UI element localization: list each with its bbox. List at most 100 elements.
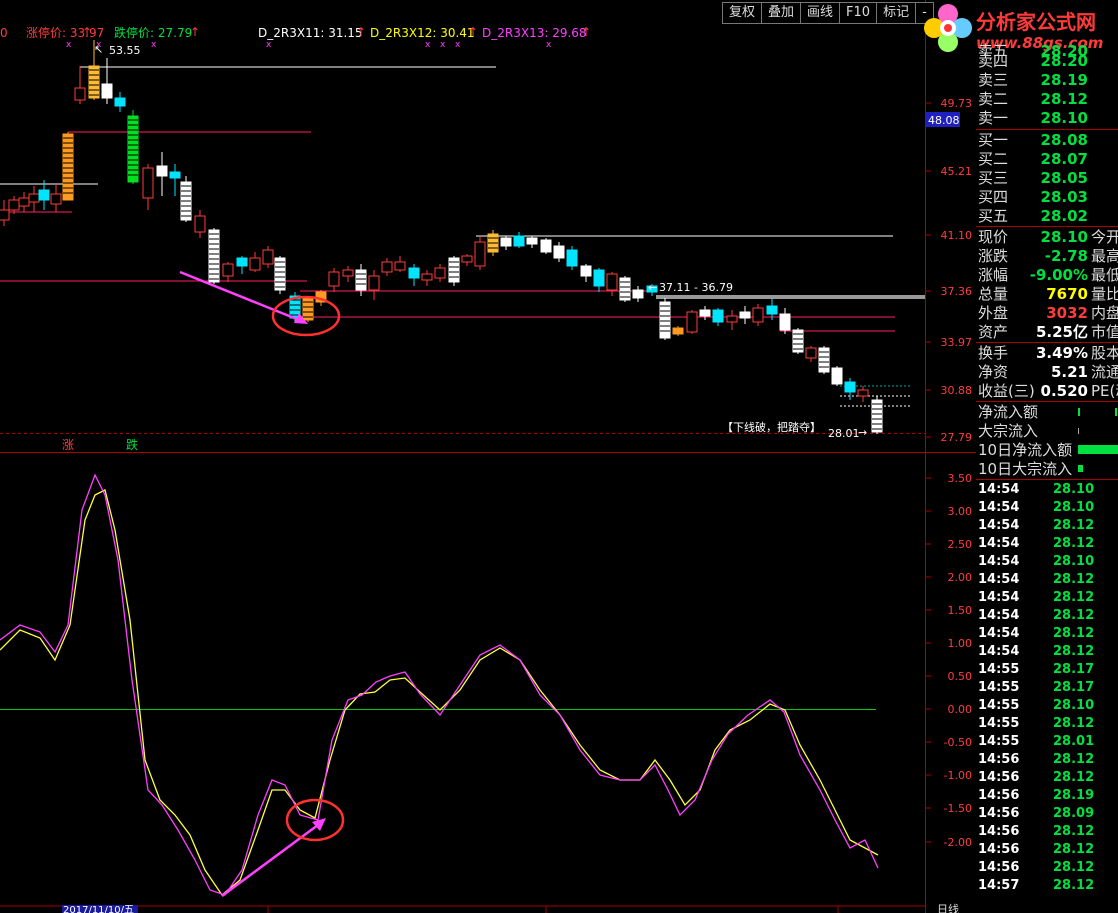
- candle-body: [632, 289, 644, 299]
- fuquan-button[interactable]: 复权: [722, 2, 762, 24]
- ind-tick: 2.50: [948, 538, 973, 551]
- price-tick: 27.79: [941, 431, 973, 444]
- price-tick: 30.88: [941, 384, 973, 397]
- candle-body: [739, 311, 751, 319]
- tick-row: 14:56 28.19: [978, 788, 1095, 803]
- candle-body: [142, 167, 154, 199]
- note-label: 【下线破，把踏夺】: [722, 420, 821, 434]
- stat-row: 资产 5.25亿 市值: [978, 323, 1118, 341]
- bid-row: 买一 28.08: [978, 131, 1088, 149]
- toolbar: 复权 叠加 画线 F10 标记 -: [722, 2, 934, 24]
- candle-body: [434, 267, 446, 279]
- candle-body: [114, 97, 126, 107]
- candle-body: [62, 133, 74, 201]
- indicator-1: D_2R3X11: 31.15: [258, 26, 363, 40]
- tick-row: 14:56 28.12: [978, 770, 1095, 785]
- tick-row: 14:56 28.12: [978, 824, 1095, 839]
- candle-body: [672, 327, 684, 335]
- tick-row: 14:54 28.12: [978, 626, 1095, 641]
- quote-panel: 卖五 28.20 卖四 28.20 卖三 28.19 卖二 28.12 卖一 2…: [976, 42, 1118, 913]
- price-axis-labels: 49.73 45.21 41.10 37.36 33.97 30.88 27.7…: [941, 97, 973, 444]
- stat-row: 换手 3.49% 股本: [978, 344, 1118, 362]
- svg-text:x: x: [66, 40, 72, 50]
- candle-body: [18, 197, 30, 207]
- price-tick: 37.36: [941, 285, 973, 298]
- draw-line-button[interactable]: 画线: [800, 2, 840, 24]
- f10-button[interactable]: F10: [839, 2, 877, 24]
- ask-row: 卖四 28.20: [978, 52, 1088, 70]
- svg-text:↑: ↑: [82, 25, 92, 39]
- bid-row: 买二 28.07: [978, 150, 1088, 168]
- tick-row: 14:54 28.12: [978, 518, 1095, 533]
- flow-row: 10日大宗流入: [976, 460, 1118, 478]
- candle-body: [857, 389, 869, 397]
- svg-text:x: x: [266, 40, 272, 50]
- current-price-tag: 48.08: [928, 114, 960, 127]
- flower-icon: [924, 4, 972, 52]
- candle-body: [461, 255, 473, 263]
- candle-body: [194, 215, 206, 233]
- candle-body: [871, 399, 883, 433]
- tick-row: 14:56 28.12: [978, 860, 1095, 875]
- price-tick: 33.97: [941, 336, 973, 349]
- indicator-3: D_2R3X13: 29.68: [482, 26, 587, 40]
- bid-row: 买五 28.02: [978, 207, 1088, 225]
- candle-body: [779, 313, 791, 331]
- low-label: 28.01: [828, 427, 860, 440]
- mark-button[interactable]: 标记: [876, 2, 916, 24]
- candle-body: [50, 193, 62, 205]
- ind-tick: -2.00: [944, 836, 972, 849]
- price-tick: 41.10: [941, 229, 973, 242]
- candle-body: [526, 237, 538, 245]
- ask-row: 卖二 28.12: [978, 90, 1088, 108]
- annotations: ↖ 53.55 ← 37.11 - 36.79 【下线破，把踏夺】 28.01 …: [62, 43, 867, 452]
- candle-body: [8, 199, 20, 211]
- tick-row: 14:56 28.09: [978, 806, 1095, 821]
- arrow-lower: [221, 820, 323, 898]
- candle-body: [355, 269, 367, 291]
- candle-body: [88, 65, 100, 99]
- tick-row: 14:54 28.12: [978, 608, 1095, 623]
- bid-row: 买三 28.05: [978, 169, 1088, 187]
- candle-body: [368, 275, 380, 291]
- ind-tick: 2.00: [948, 571, 973, 584]
- candle-body: [513, 235, 525, 247]
- ind-tick: 0.50: [948, 670, 973, 683]
- ind-tick: 1.00: [948, 637, 973, 650]
- ind-tick: -1.00: [944, 769, 972, 782]
- flow-row: 10日净流入额: [976, 441, 1118, 459]
- tick-row: 14:54 28.10: [978, 482, 1095, 497]
- svg-text:x: x: [151, 40, 157, 50]
- stat-row: 涨幅 -9.00% 最低: [978, 266, 1118, 284]
- indicator-line-magenta: [0, 473, 879, 896]
- tick-row: 14:55 28.10: [978, 698, 1095, 713]
- candlesticks: [0, 40, 883, 434]
- stat-row: 总量 7670 量比: [978, 285, 1118, 303]
- flow-row: 净流入额: [976, 403, 1118, 421]
- svg-text:x: x: [440, 40, 446, 50]
- price-tick: 45.21: [941, 165, 973, 178]
- tick-row: 14:55 28.17: [978, 680, 1095, 695]
- candle-body: [566, 249, 578, 267]
- bid-row: 买四 28.03: [978, 188, 1088, 206]
- candle-body: [474, 241, 486, 267]
- header-stub: 0: [0, 26, 8, 40]
- tick-row: 14:56 28.12: [978, 842, 1095, 857]
- ind-tick: 1.50: [948, 604, 973, 617]
- ask-row: 卖三 28.19: [978, 71, 1088, 89]
- candle-body: [726, 315, 738, 323]
- svg-text:↑: ↑: [356, 25, 366, 39]
- candle-body: [0, 209, 10, 221]
- candle-body: [500, 237, 512, 247]
- overlay-button[interactable]: 叠加: [761, 2, 801, 24]
- ind-tick: 3.00: [948, 505, 973, 518]
- candle-body: [394, 261, 406, 271]
- candle-body: [169, 171, 181, 179]
- tick-row: 14:55 28.01: [978, 734, 1095, 749]
- stat-row: 净资 5.21 流通: [978, 363, 1118, 381]
- svg-text:↑: ↑: [190, 25, 200, 39]
- logo-title: 分析家公式网: [976, 10, 1096, 34]
- tick-row: 14:54 28.12: [978, 572, 1095, 587]
- price-tick: 49.73: [941, 97, 973, 110]
- tick-row: 14:54 28.10: [978, 554, 1095, 569]
